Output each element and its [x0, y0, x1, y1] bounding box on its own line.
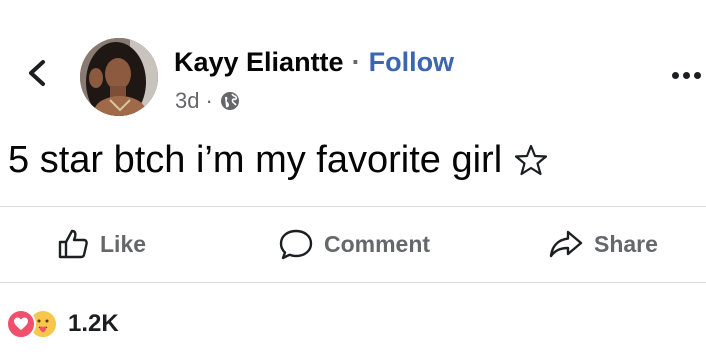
post-timestamp[interactable]: 3d [175, 88, 199, 114]
post-header: Kayy Eliantte · Follow [174, 42, 454, 82]
avatar[interactable] [80, 38, 158, 116]
meta-separator: · [205, 88, 213, 113]
share-arrow-icon [548, 227, 584, 261]
like-label: Like [100, 230, 147, 257]
like-button[interactable]: Like [56, 222, 146, 266]
divider-top [0, 206, 706, 207]
more-dot-icon [682, 71, 690, 79]
thumbs-up-icon [56, 227, 90, 261]
divider-bottom [0, 282, 706, 283]
globe-icon [219, 90, 241, 112]
comment-button[interactable]: Comment [278, 222, 430, 266]
reactions-summary[interactable]: 1.2K [6, 304, 119, 344]
comment-label: Comment [324, 230, 431, 257]
follow-button[interactable]: Follow [369, 47, 454, 78]
post-screen: Kayy Eliantte · Follow 3d · 5 star btch … [0, 0, 706, 355]
post-meta: 3d · [175, 84, 241, 118]
author-name[interactable]: Kayy Eliantte [174, 47, 344, 78]
name-separator: · [351, 46, 361, 77]
comment-bubble-icon [278, 227, 314, 261]
post-body: 5 star btch i’m my favorite girl [8, 136, 548, 184]
love-reaction-icon [6, 309, 36, 339]
more-dot-icon [671, 71, 679, 79]
chevron-left-icon [26, 58, 48, 93]
more-dot-icon [693, 71, 701, 79]
share-button[interactable]: Share [548, 222, 658, 266]
star-outline-icon [514, 143, 548, 177]
post-text: 5 star btch i’m my favorite girl [8, 139, 503, 181]
back-button[interactable] [22, 58, 52, 92]
share-label: Share [594, 230, 658, 257]
more-options-button[interactable] [668, 62, 704, 88]
reaction-count: 1.2K [68, 310, 119, 337]
